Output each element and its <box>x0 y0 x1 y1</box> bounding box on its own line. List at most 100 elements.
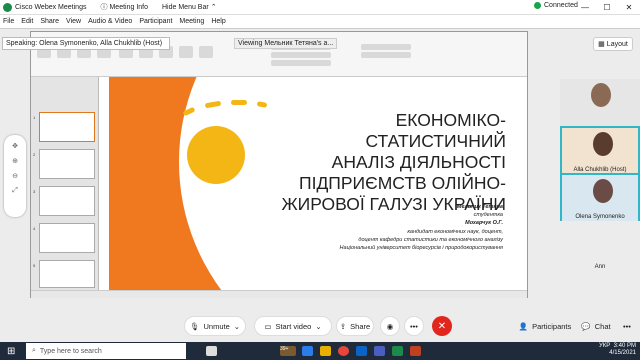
department: доцент кафедри статистики та економічног… <box>358 236 503 243</box>
start-video-label: Start video <box>275 321 312 331</box>
participant-tile-olena[interactable]: Olena Symonenko <box>560 173 640 223</box>
windows-start-icon[interactable]: ⊞ <box>7 346 15 357</box>
webex-taskbar-icon[interactable] <box>392 346 403 356</box>
supervisor-name: Мохарчук О.Г. <box>465 220 503 227</box>
chat-button[interactable]: 💬 Chat <box>578 316 614 336</box>
chevron-down-icon: ⌄ <box>233 321 241 331</box>
menu-help[interactable]: Help <box>211 18 225 25</box>
slide-title: ЕКОНОМІКО-СТАТИСТИЧНИЙ АНАЛІЗ ДІЯЛЬНОСТІ… <box>261 110 506 215</box>
participant-name: Ann <box>594 264 606 270</box>
share-icon: ⇪ <box>339 321 347 331</box>
slide-thumbnails: 1 2 3 4 5 <box>31 77 99 290</box>
author-role: студентка <box>473 212 503 219</box>
search-icon: ⌕ <box>32 347 36 354</box>
record-button[interactable]: ◉ <box>380 316 400 336</box>
mic-muted-icon: 🎙 <box>189 321 200 331</box>
annotation-toolbar: ✥ ⊕ ⊖ ⤢ <box>4 135 26 217</box>
ribbon-checkbox <box>271 52 331 58</box>
menu-file[interactable]: File <box>3 18 14 25</box>
participant-tile-alla[interactable]: Alla Chukhlib (Host) <box>560 126 640 176</box>
menu-audio-video[interactable]: Audio & Video <box>88 18 132 25</box>
slide-title-line: ЕКОНОМІКО-СТАТИСТИЧНИЙ <box>365 110 506 151</box>
ribbon-checkbox <box>271 60 331 66</box>
record-icon: ◉ <box>386 321 394 331</box>
participant-tile[interactable] <box>560 79 640 129</box>
file-explorer-icon[interactable] <box>320 346 331 356</box>
participant-video-icon <box>593 132 613 156</box>
teams-icon[interactable] <box>374 346 385 356</box>
window-controls: — ☐ ✕ <box>574 0 640 15</box>
task-view-icon[interactable] <box>206 346 217 356</box>
hide-menu-label: Hide Menu Bar <box>162 3 209 11</box>
maximize-icon[interactable]: ☐ <box>596 0 618 15</box>
author-name: Мельник Тетяна <box>456 204 503 210</box>
chrome-icon[interactable] <box>338 346 349 356</box>
menu-edit[interactable]: Edit <box>21 18 33 25</box>
taskbar-search[interactable]: ⌕ Type here to search <box>26 343 186 359</box>
participants-icon: 👤 <box>518 321 529 331</box>
thumbnail-slide-2 <box>39 149 95 179</box>
slide-canvas: ЕКОНОМІКО-СТАТИСТИЧНИЙ АНАЛІЗ ДІЯЛЬНОСТІ… <box>109 77 507 290</box>
thumb-number: 4 <box>33 226 36 231</box>
unmute-button[interactable]: 🎙 Unmute ⌄ <box>184 316 246 336</box>
minimize-icon[interactable]: — <box>574 0 596 15</box>
participant-video-icon <box>593 179 613 203</box>
weather-text: 39+ <box>280 346 289 352</box>
connection-status[interactable]: Connected <box>534 2 578 9</box>
participant-video-icon <box>591 83 611 107</box>
menu-view[interactable]: View <box>66 18 81 25</box>
share-label: Share <box>350 321 371 331</box>
hide-menu-bar-button[interactable]: Hide Menu Bar ⌃ <box>162 3 217 12</box>
menu-participant[interactable]: Participant <box>139 18 172 25</box>
slide-title-line: ПІДПРИЄМСТВ ОЛІЙНО- <box>299 173 506 193</box>
participants-label: Participants <box>532 321 572 331</box>
edge-icon[interactable] <box>302 346 313 356</box>
menu-share[interactable]: Share <box>40 18 59 25</box>
thumb-number: 3 <box>33 189 36 194</box>
search-placeholder: Type here to search <box>39 347 102 355</box>
zoom-out-icon[interactable]: ⊖ <box>4 172 26 180</box>
menu-meeting[interactable]: Meeting <box>179 18 204 25</box>
speaking-indicator: Speaking: Olena Symonenko, Alla Chukhlib… <box>2 37 170 50</box>
end-meeting-button[interactable]: ✕ <box>432 316 452 336</box>
outlook-icon[interactable] <box>356 346 367 356</box>
thumb-number: 5 <box>33 263 36 268</box>
unmute-label: Unmute <box>203 321 230 331</box>
sun-circle-decor <box>187 126 245 184</box>
more-panels-button[interactable]: ••• <box>618 316 636 336</box>
participant-tile-ann[interactable]: Ann <box>560 221 640 271</box>
participants-button[interactable]: 👤 Participants <box>516 316 574 336</box>
meeting-info-label: Meeting Info <box>109 3 148 11</box>
meeting-info-button[interactable]: ⓘ Meeting Info <box>100 2 148 12</box>
thumb-number: 2 <box>33 152 36 157</box>
start-video-button[interactable]: ▭ Start video ⌄ <box>254 316 332 336</box>
system-tray[interactable]: УКР 3:40 PM 4/15/2021 <box>599 343 636 357</box>
share-button[interactable]: ⇪ Share <box>336 316 374 336</box>
more-icon: ••• <box>410 321 418 331</box>
thumbnail-slide-4 <box>39 223 95 253</box>
viewing-indicator[interactable]: Viewing Мельник Тетяна's a... <box>234 38 338 49</box>
chat-label: Chat <box>594 321 611 331</box>
weather-icon[interactable]: 39+ <box>280 346 296 356</box>
chat-icon: 💬 <box>581 321 591 331</box>
language-indicator: УКР <box>598 343 611 349</box>
close-icon[interactable]: ✕ <box>618 0 640 15</box>
more-options-button[interactable]: ••• <box>404 316 424 336</box>
fit-icon[interactable]: ⤢ <box>4 187 26 195</box>
ppt-status-bar <box>31 290 527 298</box>
powerpoint-icon[interactable] <box>410 346 421 356</box>
thumbnail-slide-5 <box>39 260 95 288</box>
more-icon: ••• <box>623 321 631 331</box>
menu-bar: File Edit Share View Audio & Video Parti… <box>0 15 640 29</box>
camera-icon: ▭ <box>264 321 272 331</box>
ribbon-checkbox <box>361 44 411 50</box>
close-icon: ✕ <box>437 320 447 332</box>
pointer-icon[interactable]: ✥ <box>4 142 26 150</box>
university: Національний університет біоресурсів і п… <box>339 245 503 252</box>
clock-time: 3:40 PM <box>613 343 636 349</box>
zoom-in-icon[interactable]: ⊕ <box>4 157 26 165</box>
supervisor-title: кандидат економічних наук, доцент, <box>407 228 503 235</box>
chevron-down-icon: ⌄ <box>315 321 322 331</box>
thumbnail-slide-3 <box>39 186 95 216</box>
participant-video-panel: Alla Chukhlib (Host) Olena Symonenko Ann <box>560 31 640 298</box>
